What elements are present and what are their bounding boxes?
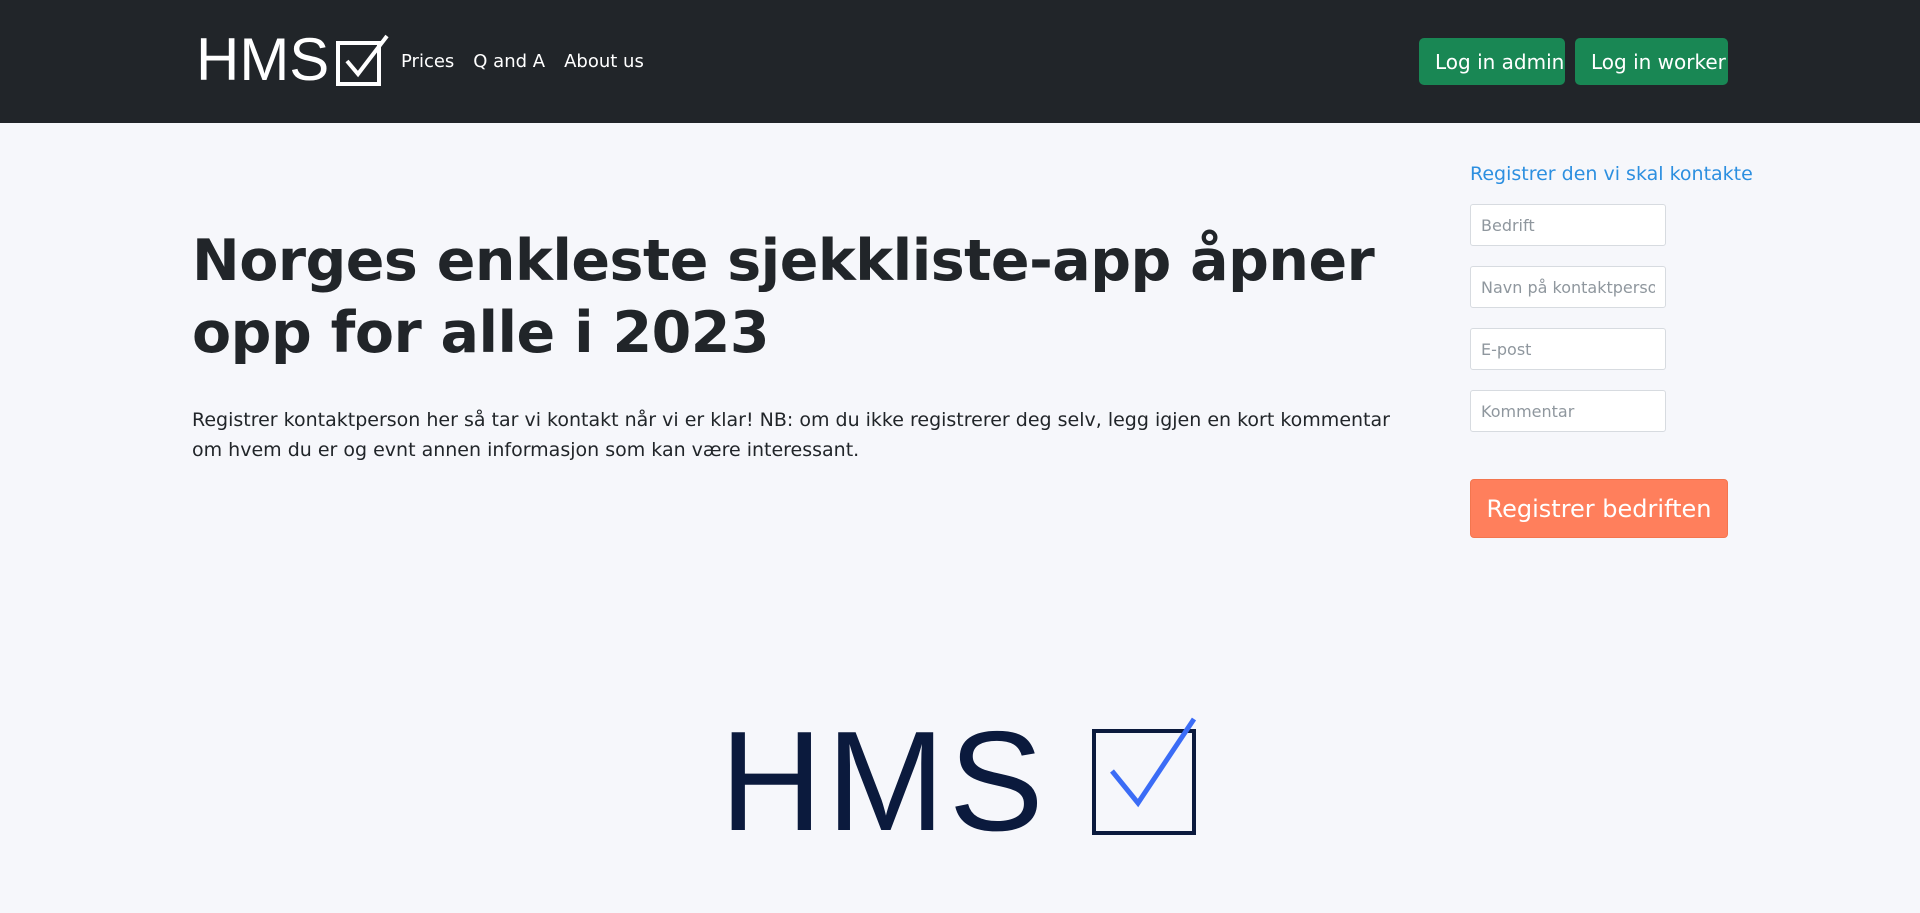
- contact-name-input[interactable]: [1470, 266, 1666, 308]
- email-input[interactable]: [1470, 328, 1666, 370]
- footer-logo: HMS: [720, 702, 1206, 861]
- nav-link-prices[interactable]: Prices: [401, 48, 454, 76]
- comment-input[interactable]: [1470, 390, 1666, 432]
- nav-link-about-us[interactable]: About us: [564, 48, 644, 76]
- hero-description: Registrer kontaktperson her så tar vi ko…: [192, 409, 1390, 461]
- company-input[interactable]: [1470, 204, 1666, 246]
- login-admin-button[interactable]: Log in admin: [1419, 38, 1565, 85]
- checkbox-check-icon: [1091, 717, 1196, 835]
- brand-logo[interactable]: HMS: [196, 26, 391, 93]
- hero-title: Norges enkleste sjekkliste-app åpner opp…: [192, 228, 1375, 366]
- nav-link-q-and-a[interactable]: Q and A: [473, 48, 545, 76]
- footer-logo-text: HMS: [720, 702, 1048, 861]
- login-worker-button[interactable]: Log in worker: [1575, 38, 1728, 85]
- register-company-button[interactable]: Registrer bedriften: [1470, 479, 1728, 538]
- contact-form-title: Registrer den vi skal kontakte: [1470, 163, 1753, 185]
- checkbox-check-icon: [336, 34, 389, 86]
- nav-links: Prices Q and A About us: [401, 48, 663, 76]
- top-navbar: HMS Prices Q and A About us Log in admin…: [0, 0, 1920, 123]
- brand-text: HMS: [196, 26, 330, 93]
